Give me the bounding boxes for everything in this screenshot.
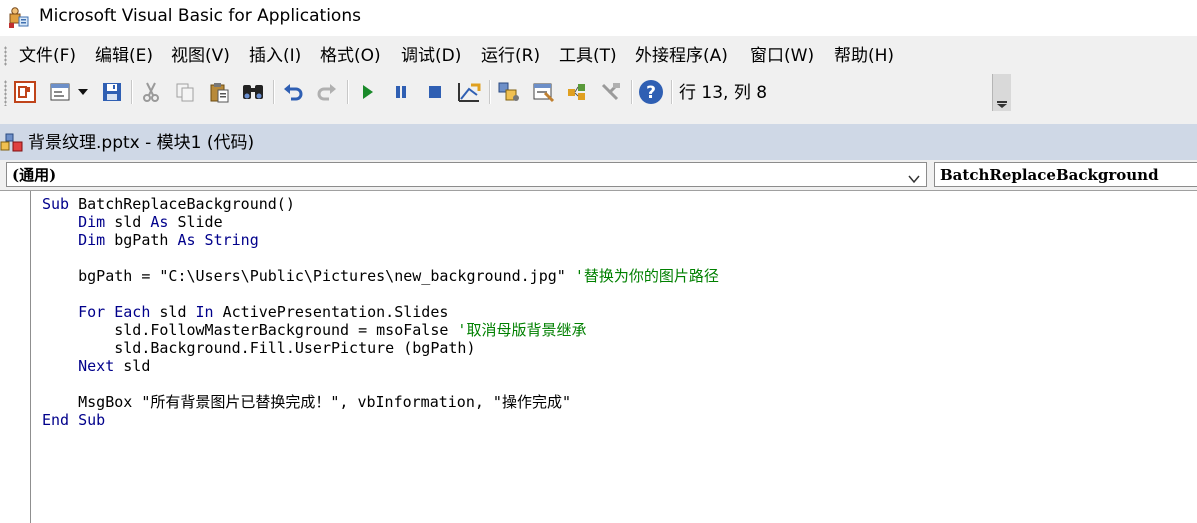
toolbar-separator xyxy=(273,80,275,104)
cursor-position-status: 行 13, 列 8 xyxy=(679,83,768,103)
object-combo[interactable]: (通用) xyxy=(6,162,927,187)
code-line-2[interactable]: Dim sld As Slide xyxy=(42,213,223,231)
menu-addins[interactable]: 外接程序(A) xyxy=(635,45,728,67)
menu-debug[interactable]: 调试(D) xyxy=(401,45,461,67)
toolbar-grip[interactable] xyxy=(4,80,7,106)
object-combo-value: (通用) xyxy=(12,166,57,184)
reset-icon[interactable] xyxy=(421,78,449,106)
vba-app-icon xyxy=(6,6,30,30)
menu-window[interactable]: 窗口(W) xyxy=(750,45,814,67)
menu-run[interactable]: 运行(R) xyxy=(481,45,540,67)
menu-bar: 文件(F) 编辑(E) 视图(V) 插入(I) 格式(O) 调试(D) 运行(R… xyxy=(0,40,1197,72)
redo-icon[interactable] xyxy=(313,78,341,106)
code-line-12[interactable]: MsgBox "所有背景图片已替换完成！", vbInformation, "操… xyxy=(42,393,571,411)
find-icon[interactable] xyxy=(239,78,267,106)
chevron-down-icon[interactable] xyxy=(908,169,920,188)
standard-toolbar: ? 行 13, 列 8 xyxy=(0,74,1010,111)
view-powerpoint-icon[interactable] xyxy=(11,78,39,106)
copy-icon[interactable] xyxy=(171,78,199,106)
code-editor[interactable]: Sub BatchReplaceBackground() Dim sld As … xyxy=(0,190,1197,523)
menu-format[interactable]: 格式(O) xyxy=(320,45,381,67)
toolbar-separator xyxy=(489,80,491,104)
code-line-10[interactable]: Next sld xyxy=(42,357,150,375)
toolbar-separator xyxy=(671,80,673,104)
undo-icon[interactable] xyxy=(279,78,307,106)
svg-text:?: ? xyxy=(646,83,656,103)
menu-bar-grip[interactable] xyxy=(4,46,7,66)
menu-tools[interactable]: 工具(T) xyxy=(559,45,617,67)
toolbar-separator xyxy=(631,80,633,104)
margin-indicator-bar[interactable] xyxy=(0,191,31,523)
object-browser-icon[interactable] xyxy=(563,78,591,106)
code-line-3[interactable]: Dim bgPath As String xyxy=(42,231,259,249)
menu-insert[interactable]: 插入(I) xyxy=(249,45,301,67)
design-mode-icon[interactable] xyxy=(455,78,483,106)
code-line-7[interactable]: For Each sld In ActivePresentation.Slide… xyxy=(42,303,448,321)
code-line-9[interactable]: sld.Background.Fill.UserPicture (bgPath) xyxy=(42,339,475,357)
insert-dropdown-arrow-icon[interactable] xyxy=(73,78,93,106)
code-window-combo-bar: (通用) BatchReplaceBackground xyxy=(0,160,1197,190)
code-line-1[interactable]: Sub BatchReplaceBackground() xyxy=(42,195,295,213)
menu-edit[interactable]: 编辑(E) xyxy=(95,45,153,67)
cut-icon[interactable] xyxy=(137,78,165,106)
code-module-icon xyxy=(0,132,24,158)
properties-window-icon[interactable] xyxy=(529,78,557,106)
menu-help[interactable]: 帮助(H) xyxy=(834,45,894,67)
code-line-13[interactable]: End Sub xyxy=(42,411,105,429)
toolbar-overflow-button[interactable] xyxy=(992,74,1011,111)
save-icon[interactable] xyxy=(98,78,126,106)
insert-userform-icon[interactable] xyxy=(46,78,74,106)
run-icon[interactable] xyxy=(353,78,381,106)
window-title: Microsoft Visual Basic for Applications xyxy=(39,6,361,26)
procedure-combo-value: BatchReplaceBackground xyxy=(940,166,1159,184)
menu-file[interactable]: 文件(F) xyxy=(19,45,76,67)
menu-view[interactable]: 视图(V) xyxy=(171,45,230,67)
procedure-combo[interactable]: BatchReplaceBackground xyxy=(934,162,1197,187)
paste-icon[interactable] xyxy=(205,78,233,106)
toolbar-separator xyxy=(131,80,133,104)
title-bar: Microsoft Visual Basic for Applications xyxy=(0,0,1197,36)
toolbox-icon[interactable] xyxy=(597,78,625,106)
break-icon[interactable] xyxy=(387,78,415,106)
project-explorer-icon[interactable] xyxy=(495,78,523,106)
help-icon[interactable]: ? xyxy=(637,78,665,106)
code-window-title: 背景纹理.pptx - 模块1 (代码) xyxy=(28,133,255,153)
code-window-title-bar: 背景纹理.pptx - 模块1 (代码) xyxy=(0,124,1197,160)
code-line-8[interactable]: sld.FollowMasterBackground = msoFalse '取… xyxy=(42,321,586,339)
toolbar-separator xyxy=(347,80,349,104)
code-line-5[interactable]: bgPath = "C:\Users\Public\Pictures\new_b… xyxy=(42,267,719,285)
toolbar-overflow-bar-icon xyxy=(997,101,1007,103)
toolbar-overflow-arrow-icon xyxy=(997,104,1007,108)
